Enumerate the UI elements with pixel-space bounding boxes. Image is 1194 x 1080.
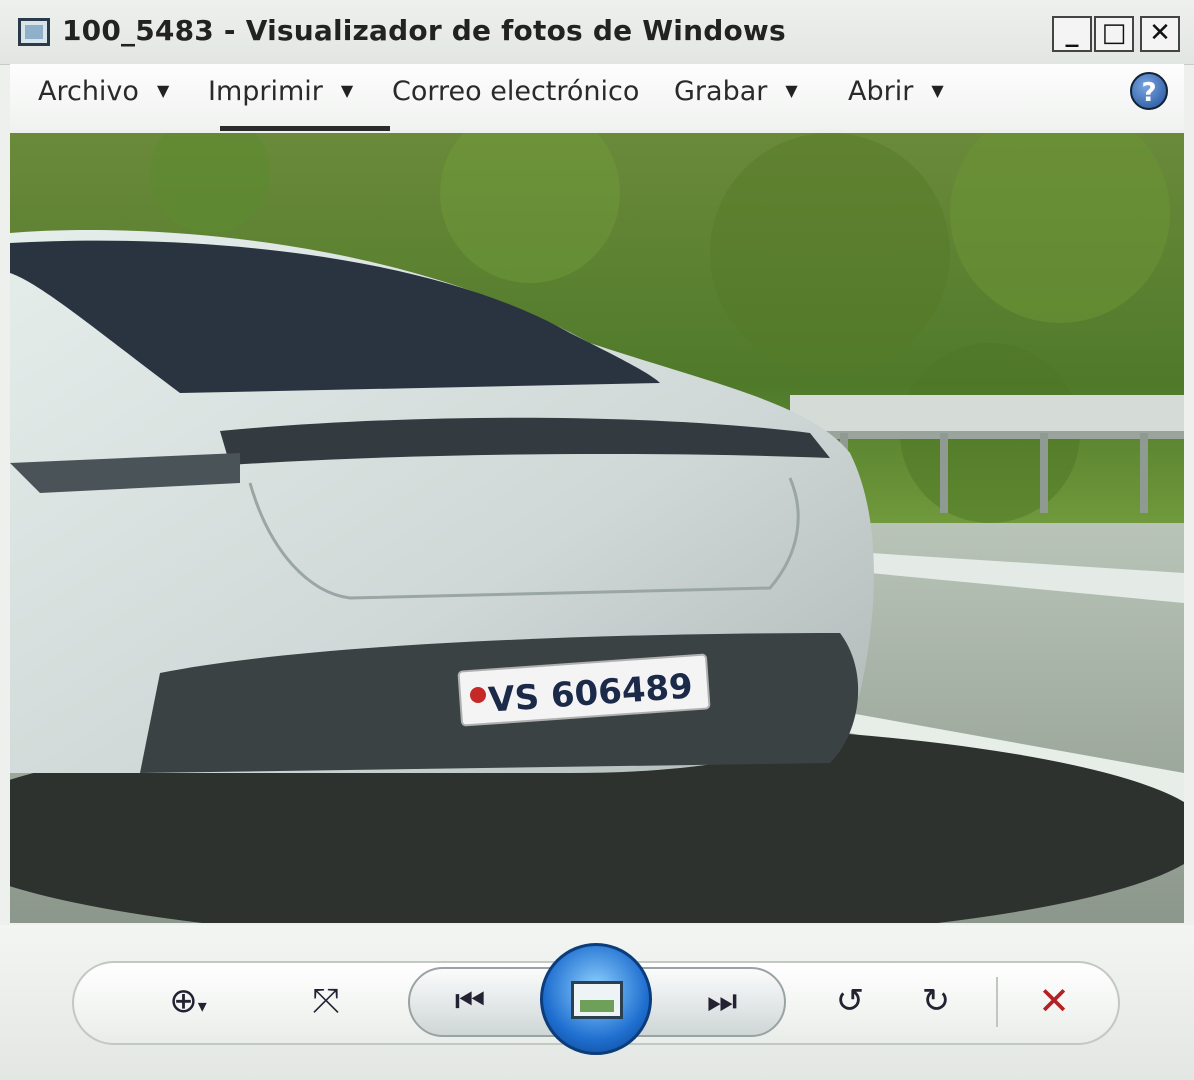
rotate-left-button[interactable]: ↺ [818,969,882,1033]
photo-viewer-app-icon [18,18,50,46]
menu-correo[interactable]: Correo electrónico [392,76,639,107]
menu-imprimir-label: Imprimir [208,76,323,107]
chevron-down-icon: ▼ [340,81,354,100]
menu-correo-label: Correo electrónico [392,76,640,107]
bottom-toolbar: ⊕▾ ⤧ ⏮ ⏭ ↺ ↻ ✕ [0,925,1194,1080]
rotate-left-icon: ↺ [835,981,865,1021]
maximize-button[interactable]: □ [1094,16,1134,52]
chevron-down-icon: ▼ [785,81,798,100]
slideshow-button[interactable] [540,943,652,1055]
fit-window-icon: ⤧ [312,981,340,1021]
photo-display: VS 606489 [10,133,1184,923]
menu-archivo-label: Archivo [38,76,139,107]
chevron-down-icon: ▼ [156,81,170,100]
zoom-button[interactable]: ⊕▾ [146,969,230,1033]
fit-to-window-button[interactable]: ⤧ [294,969,358,1033]
menu-imprimir[interactable]: Imprimir ▼ [208,76,353,107]
chevron-down-icon: ▼ [931,81,944,100]
rotate-right-icon: ↻ [921,981,951,1021]
toolbar-separator [996,977,998,1027]
menu-active-indicator [220,126,390,131]
menu-bar: Archivo ▼ Imprimir ▼ Correo electrónico Gr… [10,64,1184,130]
close-window-button[interactable]: ✕ [1140,16,1180,52]
next-button[interactable]: ⏭ [690,969,754,1033]
menu-abrir-label: Abrir [848,76,914,107]
window-title: 100_5483 - Visualizador de fotos de Wind… [62,14,786,47]
rotate-right-button[interactable]: ↻ [904,969,968,1033]
menu-archivo[interactable]: Archivo ▼ [38,76,169,107]
car-rear-photo: VS 606489 [10,133,1184,923]
previous-icon: ⏮ [454,981,486,1021]
zoom-icon: ⊕ [169,981,198,1021]
previous-button[interactable]: ⏮ [438,969,502,1033]
slideshow-icon [571,981,623,1019]
delete-button[interactable]: ✕ [1022,969,1086,1033]
chevron-down-icon: ▾ [197,996,207,1017]
help-icon[interactable]: ? [1130,72,1168,110]
delete-icon: ✕ [1038,979,1070,1023]
menu-abrir[interactable]: Abrir ▼ [848,76,944,107]
menu-grabar-label: Grabar [674,76,768,107]
title-bar: 100_5483 - Visualizador de fotos de Wind… [0,0,1194,65]
minimize-button[interactable]: _ [1052,16,1092,52]
next-icon: ⏭ [706,981,738,1021]
menu-grabar[interactable]: Grabar ▼ [674,76,798,107]
